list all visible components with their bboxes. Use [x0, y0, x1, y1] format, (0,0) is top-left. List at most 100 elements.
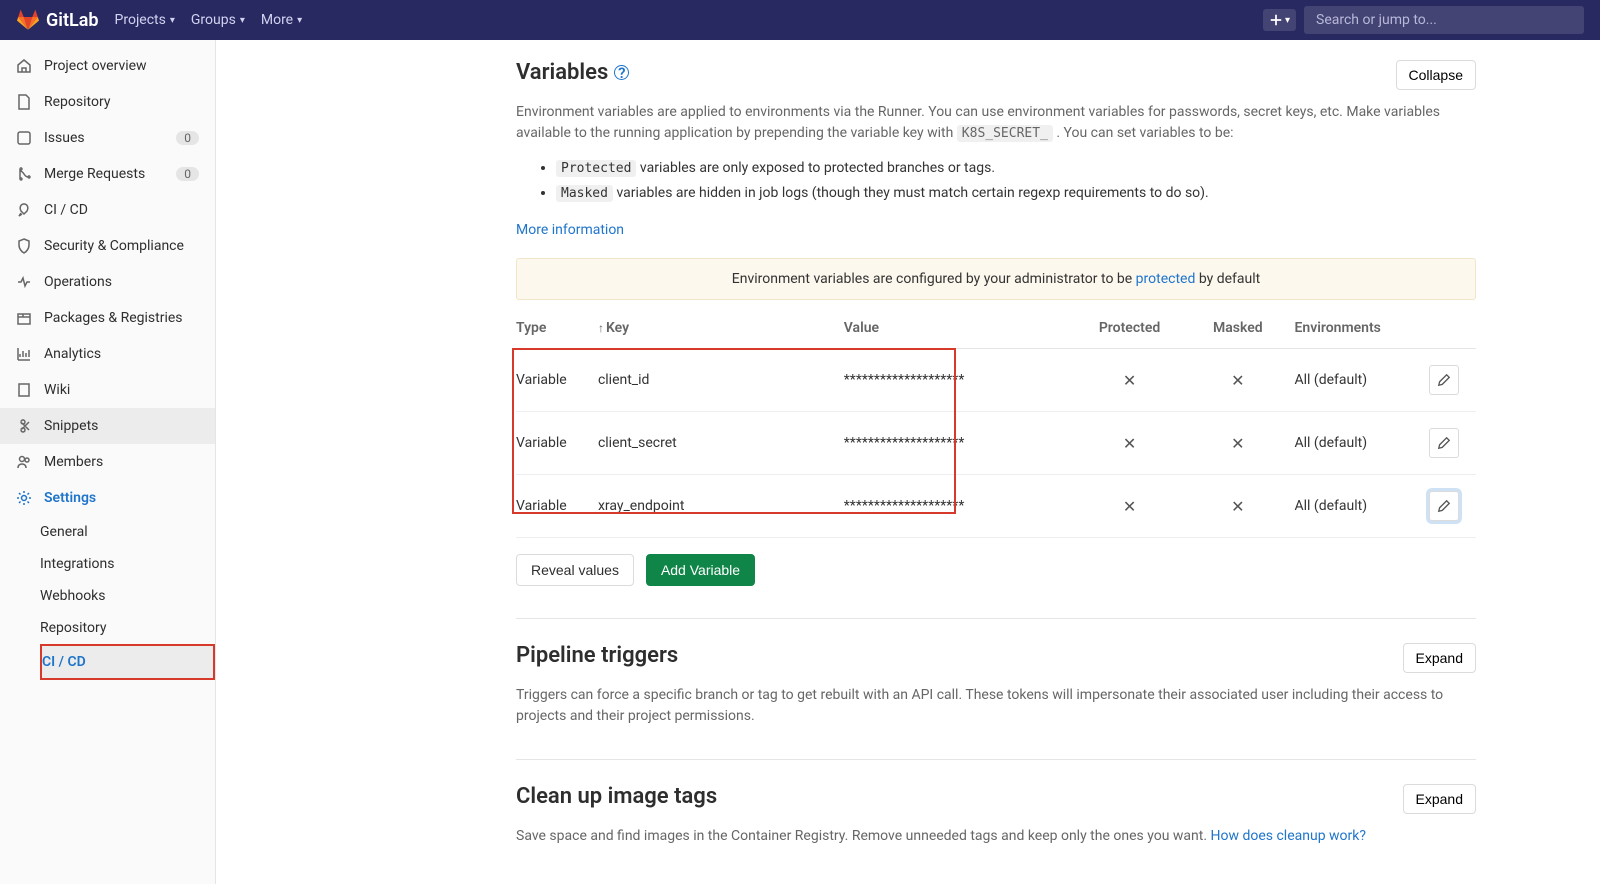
pencil-icon: [1437, 373, 1451, 387]
sidebar-item-members[interactable]: Members: [0, 444, 215, 480]
sidebar-item-settings[interactable]: Settings: [0, 480, 215, 516]
chevron-down-icon: ▾: [1285, 15, 1290, 26]
edit-button[interactable]: [1429, 365, 1459, 395]
gitlab-logo[interactable]: GitLab: [16, 9, 99, 31]
sidebar-item-cicd[interactable]: CI / CD: [0, 192, 215, 228]
settings-sub-integrations[interactable]: Integrations: [40, 548, 215, 580]
members-icon: [16, 454, 32, 470]
collapse-button[interactable]: Collapse: [1396, 60, 1476, 90]
sidebar-item-wiki[interactable]: Wiki: [0, 372, 215, 408]
sidebar-item-security[interactable]: Security & Compliance: [0, 228, 215, 264]
x-icon: ✕: [1123, 497, 1136, 516]
edit-button[interactable]: [1429, 428, 1459, 458]
x-icon: ✕: [1123, 434, 1136, 453]
sidebar-item-snippets[interactable]: Snippets: [0, 408, 215, 444]
section-title: Variables ?: [516, 60, 629, 85]
sidebar-item-label: Security & Compliance: [44, 238, 184, 254]
nav-more[interactable]: More▾: [261, 12, 302, 28]
table-row: Variable xray_endpoint *****************…: [516, 475, 1476, 538]
more-info-link[interactable]: More information: [516, 222, 624, 238]
reveal-values-button[interactable]: Reveal values: [516, 554, 634, 586]
gear-icon: [16, 490, 32, 506]
settings-sub-cicd[interactable]: CI / CD: [40, 644, 215, 680]
sidebar-item-label: Merge Requests: [44, 166, 145, 182]
sidebar: Project overview Repository Issues 0 Merg…: [0, 40, 216, 884]
cleanup-help-link[interactable]: How does cleanup work?: [1211, 828, 1366, 844]
rocket-icon: [16, 202, 32, 218]
admin-banner: Environment variables are configured by …: [516, 258, 1476, 300]
sidebar-item-analytics[interactable]: Analytics: [0, 336, 215, 372]
tanuki-icon: [16, 9, 40, 31]
badge: 0: [176, 131, 199, 145]
home-icon: [16, 58, 32, 74]
settings-sub-general[interactable]: General: [40, 516, 215, 548]
top-navbar: GitLab Projects▾ Groups▾ More▾ ▾ Search …: [0, 0, 1600, 40]
x-icon: ✕: [1231, 497, 1244, 516]
col-type[interactable]: Type: [516, 308, 598, 349]
section-title: Pipeline triggers: [516, 643, 678, 668]
scissors-icon: [16, 418, 32, 434]
sidebar-item-label: Wiki: [44, 382, 70, 398]
col-env[interactable]: Environments: [1295, 308, 1430, 349]
col-masked[interactable]: Masked: [1189, 308, 1294, 349]
table-row: Variable client_secret *****************…: [516, 412, 1476, 475]
expand-button[interactable]: Expand: [1403, 784, 1476, 814]
pencil-icon: [1437, 436, 1451, 450]
sidebar-item-label: Project overview: [44, 58, 147, 74]
book-icon: [16, 382, 32, 398]
chevron-down-icon: ▾: [297, 15, 302, 26]
nav-projects[interactable]: Projects▾: [115, 12, 175, 28]
new-dropdown[interactable]: ▾: [1263, 9, 1296, 31]
x-icon: ✕: [1231, 434, 1244, 453]
section-description: Environment variables are applied to env…: [516, 102, 1476, 144]
issues-icon: [16, 130, 32, 146]
section-description: Save space and find images in the Contai…: [516, 826, 1476, 847]
search-input[interactable]: Search or jump to...: [1304, 6, 1584, 34]
sidebar-item-label: Operations: [44, 274, 112, 290]
col-value[interactable]: Value: [844, 308, 1078, 349]
chevron-down-icon: ▾: [170, 15, 175, 26]
sidebar-item-label: Analytics: [44, 346, 101, 362]
protected-link[interactable]: protected: [1136, 271, 1196, 287]
cleanup-section: Clean up image tags Expand Save space an…: [516, 759, 1476, 847]
x-icon: ✕: [1231, 371, 1244, 390]
merge-icon: [16, 166, 32, 182]
sidebar-item-repository[interactable]: Repository: [0, 84, 215, 120]
sidebar-item-merge[interactable]: Merge Requests0: [0, 156, 215, 192]
expand-button[interactable]: Expand: [1403, 643, 1476, 673]
add-variable-button[interactable]: Add Variable: [646, 554, 755, 586]
triggers-section: Pipeline triggers Expand Triggers can fo…: [516, 618, 1476, 727]
col-protected[interactable]: Protected: [1078, 308, 1189, 349]
nav-groups[interactable]: Groups▾: [191, 12, 245, 28]
bullet-list: Protected variables are only exposed to …: [556, 156, 1476, 206]
pencil-icon: [1437, 499, 1451, 513]
settings-sub-webhooks[interactable]: Webhooks: [40, 580, 215, 612]
doc-icon: [16, 94, 32, 110]
col-key[interactable]: ↑Key: [598, 308, 844, 349]
ops-icon: [16, 274, 32, 290]
chevron-down-icon: ▾: [240, 15, 245, 26]
x-icon: ✕: [1123, 371, 1136, 390]
table-row: Variable client_id ******************** …: [516, 349, 1476, 412]
edit-button[interactable]: [1429, 491, 1459, 521]
brand-text: GitLab: [46, 10, 99, 31]
sidebar-item-operations[interactable]: Operations: [0, 264, 215, 300]
settings-sub-repository[interactable]: Repository: [40, 612, 215, 644]
variables-section: Variables ? Collapse Environment variabl…: [516, 60, 1476, 586]
sidebar-item-label: Members: [44, 454, 103, 470]
sidebar-item-label: Packages & Registries: [44, 310, 183, 326]
sidebar-item-issues[interactable]: Issues 0: [0, 120, 215, 156]
section-description: Triggers can force a specific branch or …: [516, 685, 1476, 727]
sidebar-item-overview[interactable]: Project overview: [0, 48, 215, 84]
variables-table: Type ↑Key Value Protected Masked Environ…: [516, 308, 1476, 538]
sidebar-item-packages[interactable]: Packages & Registries: [0, 300, 215, 336]
chart-icon: [16, 346, 32, 362]
top-nav: Projects▾ Groups▾ More▾: [115, 12, 303, 28]
help-icon[interactable]: ?: [614, 65, 629, 80]
shield-icon: [16, 238, 32, 254]
sidebar-item-label: Issues: [44, 130, 85, 146]
section-title: Clean up image tags: [516, 784, 717, 809]
plus-icon: [1269, 13, 1283, 27]
package-icon: [16, 310, 32, 326]
sidebar-item-label: Snippets: [44, 418, 98, 434]
